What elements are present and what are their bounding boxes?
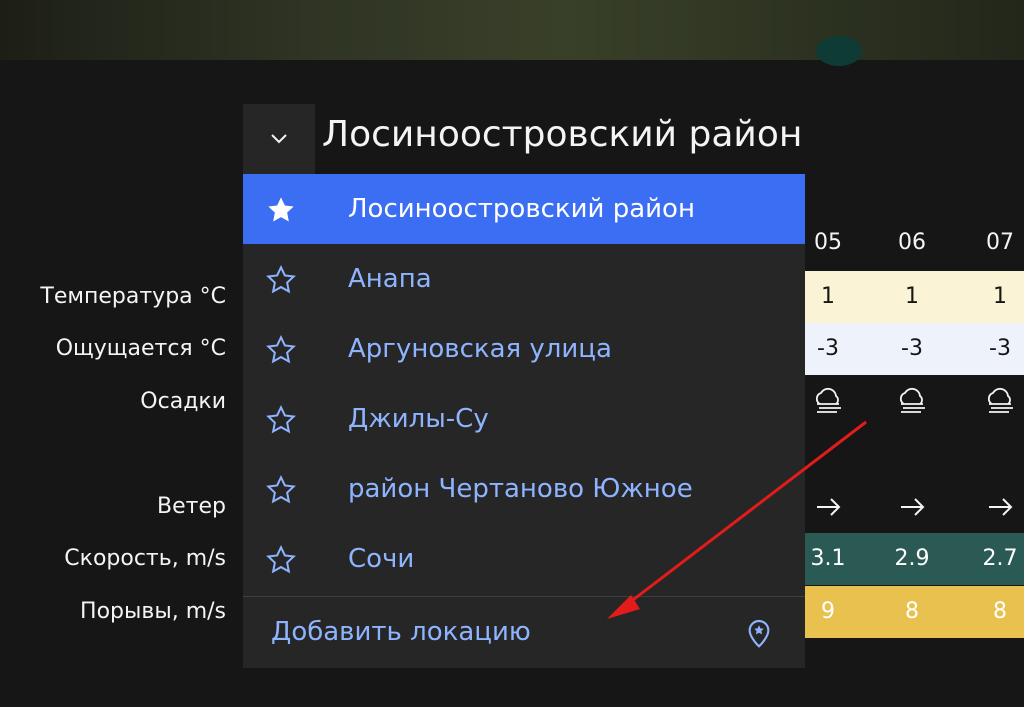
location-item[interactable]: Аргуновская улица xyxy=(243,314,805,384)
hour-label: 07 xyxy=(986,230,1014,255)
feels-like-cell: -3 xyxy=(989,336,1011,361)
feels-like-cell: -3 xyxy=(901,336,923,361)
map-pin-star-icon xyxy=(743,617,775,649)
row-label-gusts: Порывы, m/s xyxy=(80,599,226,624)
fog-cloud-icon xyxy=(956,376,1024,428)
location-item-selected[interactable]: Лосиноостровский район xyxy=(243,174,805,244)
arrow-right-icon xyxy=(956,481,1024,533)
star-outline-icon[interactable] xyxy=(265,474,297,506)
row-label-precipitation: Осадки xyxy=(140,389,226,414)
location-dropdown-menu: Лосиноостровский район Анапа Аргуновская… xyxy=(243,174,805,668)
add-location-label: Добавить локацию xyxy=(271,617,531,647)
temperature-cell: 1 xyxy=(905,284,919,309)
location-item-label: Аргуновская улица xyxy=(348,334,612,364)
location-item[interactable]: Сочи xyxy=(243,524,805,594)
row-label-feels-like: Ощущается °C xyxy=(55,336,226,361)
location-dropdown-toggle[interactable] xyxy=(243,104,315,176)
star-outline-icon[interactable] xyxy=(265,334,297,366)
location-item-label: Анапа xyxy=(348,264,432,294)
star-outline-icon[interactable] xyxy=(265,404,297,436)
row-label-speed: Скорость, m/s xyxy=(64,546,226,571)
star-outline-icon[interactable] xyxy=(265,264,297,296)
star-outline-icon[interactable] xyxy=(265,544,297,576)
location-item-label: Лосиноостровский район xyxy=(348,194,695,224)
row-label-temperature: Температура °C xyxy=(40,284,226,309)
location-item[interactable]: Джилы-Су xyxy=(243,384,805,454)
location-item-label: район Чертаново Южное xyxy=(348,474,693,504)
forecast-grid: 05 1 -3 3.1 9 06 1 -3 2.9 8 07 1 -3 2.7 … xyxy=(804,0,1024,707)
add-location-button[interactable]: Добавить локацию xyxy=(243,597,805,668)
forecast-row-labels: Температура °C Ощущается °C Осадки Ветер… xyxy=(0,0,226,707)
row-label-wind: Ветер xyxy=(157,494,226,519)
speed-cell: 2.9 xyxy=(894,546,930,571)
speed-cell: 2.7 xyxy=(982,546,1018,571)
fog-cloud-icon xyxy=(868,376,956,428)
location-item-label: Сочи xyxy=(348,544,415,574)
star-filled-icon[interactable] xyxy=(265,194,297,226)
location-title: Лосиноостровский район xyxy=(322,114,803,155)
arrow-right-icon xyxy=(868,481,956,533)
hour-label: 06 xyxy=(898,230,926,255)
temperature-cell: 1 xyxy=(993,284,1007,309)
location-item[interactable]: район Чертаново Южное xyxy=(243,454,805,524)
gusts-cell: 8 xyxy=(905,599,919,624)
location-item[interactable]: Анапа xyxy=(243,244,805,314)
location-item-label: Джилы-Су xyxy=(348,404,489,434)
chevron-down-icon xyxy=(267,126,291,154)
gusts-cell: 8 xyxy=(993,599,1007,624)
